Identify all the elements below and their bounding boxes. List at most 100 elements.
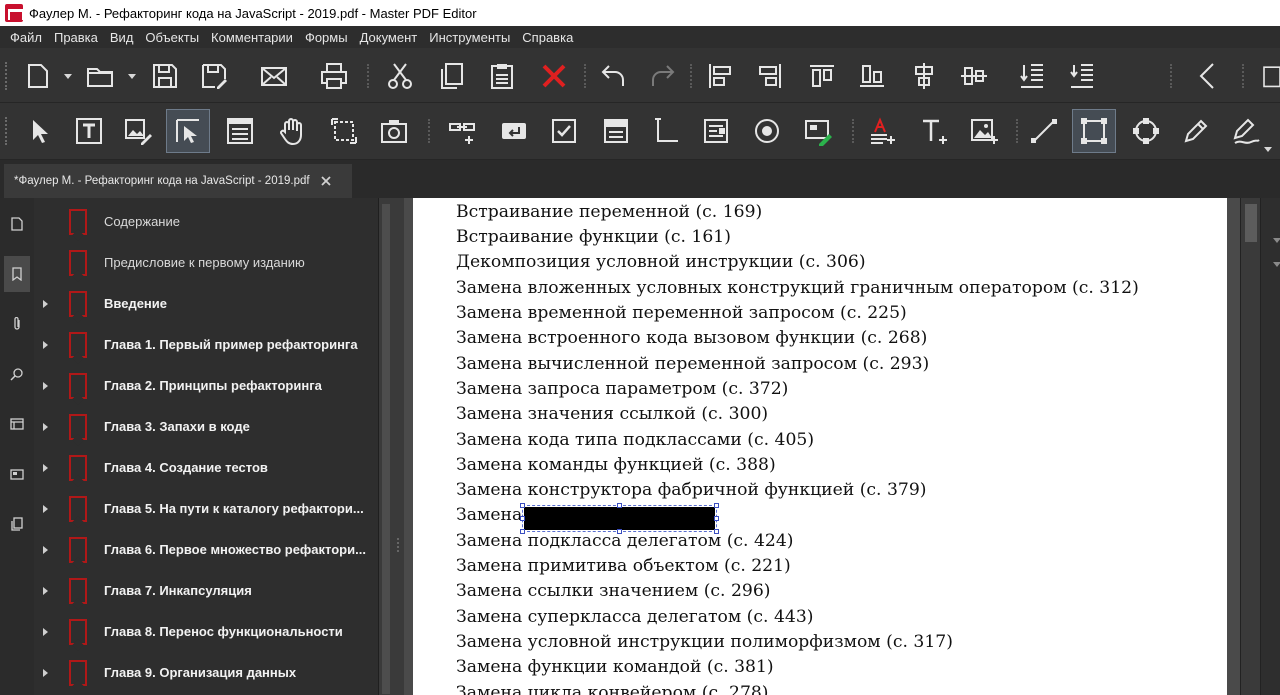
pdf-page[interactable]: Встраивание переменной (с. 169) Встраива…	[413, 198, 1227, 695]
expand-arrow-icon[interactable]	[43, 627, 48, 636]
chevron-down-icon[interactable]	[1273, 262, 1280, 267]
bookmark-item[interactable]: Глава 4. Создание тестов	[34, 447, 378, 488]
combobox-field-icon[interactable]	[594, 109, 638, 153]
expand-arrow-icon[interactable]	[43, 381, 48, 390]
properties-panel-collapsed[interactable]	[1260, 198, 1280, 695]
bookmarks-icon[interactable]	[4, 256, 30, 292]
expand-arrow-icon[interactable]	[43, 545, 48, 554]
paste-icon[interactable]	[480, 54, 524, 98]
add-text-field-icon[interactable]	[860, 109, 904, 153]
distribute-bottom-icon[interactable]	[1060, 54, 1104, 98]
search-icon[interactable]	[4, 356, 30, 392]
snapshot-camera-icon[interactable]	[372, 109, 416, 153]
menu-tools[interactable]: Инструменты	[423, 30, 516, 45]
cut-icon[interactable]	[378, 54, 422, 98]
radio-button-icon[interactable]	[745, 109, 789, 153]
menu-help[interactable]: Справка	[516, 30, 579, 45]
bookmark-item[interactable]: Глава 3. Запахи в коде	[34, 406, 378, 447]
edit-forms-icon[interactable]	[166, 109, 210, 153]
bookmark-item[interactable]: Глава 9. Организация данных	[34, 652, 378, 693]
resize-handle[interactable]	[714, 516, 719, 521]
close-icon[interactable]	[318, 173, 334, 189]
resize-handle[interactable]	[617, 503, 622, 508]
bookmark-item[interactable]: Предисловие к первому изданию	[34, 242, 378, 283]
save-icon[interactable]	[143, 54, 187, 98]
edit-text-icon[interactable]	[67, 109, 111, 153]
expand-arrow-icon[interactable]	[43, 299, 48, 308]
panel-splitter[interactable]	[392, 198, 404, 695]
expand-arrow-icon[interactable]	[43, 422, 48, 431]
resize-handle[interactable]	[520, 516, 525, 521]
add-image-icon[interactable]	[962, 109, 1006, 153]
resize-handle[interactable]	[714, 503, 719, 508]
align-center-horizontal-icon[interactable]	[902, 54, 946, 98]
crop-icon[interactable]	[322, 109, 366, 153]
bookmark-item[interactable]: Глава 1. Первый пример рефакторинга	[34, 324, 378, 365]
redo-icon[interactable]	[640, 54, 684, 98]
toolbar-grip[interactable]	[5, 62, 9, 90]
expand-arrow-icon[interactable]	[43, 504, 48, 513]
back-arrow-icon[interactable]	[1186, 54, 1230, 98]
rectangle-tool-icon[interactable]	[1072, 109, 1116, 153]
text-field-icon[interactable]	[644, 109, 688, 153]
selection-frame[interactable]	[522, 505, 717, 532]
resize-handle[interactable]	[520, 503, 525, 508]
expand-arrow-icon[interactable]	[43, 668, 48, 677]
layers-icon[interactable]	[4, 406, 30, 442]
document-scrollbar[interactable]	[1240, 198, 1260, 695]
add-text-icon[interactable]	[912, 109, 956, 153]
hand-tool-icon[interactable]	[270, 109, 314, 153]
document-tab[interactable]: *Фаулер М. - Рефакторинг кода на JavaScr…	[4, 164, 352, 198]
line-tool-icon[interactable]	[1022, 109, 1066, 153]
undo-icon[interactable]	[592, 54, 636, 98]
align-bottom-icon[interactable]	[850, 54, 894, 98]
attachments-icon[interactable]	[4, 306, 30, 342]
bookmarks-scrollbar[interactable]	[378, 198, 392, 695]
signature-field-icon[interactable]	[796, 109, 840, 153]
distribute-vertical-icon[interactable]	[1010, 54, 1054, 98]
menu-forms[interactable]: Формы	[299, 30, 354, 45]
scrollbar-thumb[interactable]	[1245, 204, 1257, 242]
menu-view[interactable]: Вид	[104, 30, 140, 45]
highlight-pen-icon[interactable]	[1224, 109, 1268, 153]
add-link-icon[interactable]	[440, 109, 484, 153]
signatures-icon[interactable]	[4, 456, 30, 492]
chevron-down-icon[interactable]	[1273, 238, 1280, 243]
button-field-icon[interactable]	[492, 109, 536, 153]
save-as-icon[interactable]	[192, 54, 236, 98]
menu-document[interactable]: Документ	[354, 30, 424, 45]
bookmark-item[interactable]: Глава 2. Принципы рефакторинга	[34, 365, 378, 406]
resize-handle[interactable]	[520, 529, 525, 534]
align-right-icon[interactable]	[748, 54, 792, 98]
expand-arrow-icon[interactable]	[43, 463, 48, 472]
align-left-icon[interactable]	[698, 54, 742, 98]
select-arrow-icon[interactable]	[16, 109, 60, 153]
toolbar-grip[interactable]	[5, 117, 9, 145]
polygon-tool-icon[interactable]	[1124, 109, 1168, 153]
bookmark-item[interactable]: Глава 5. На пути к каталогу рефактори...	[34, 488, 378, 529]
align-center-vertical-icon[interactable]	[952, 54, 996, 98]
menu-edit[interactable]: Правка	[48, 30, 104, 45]
checkbox-field-icon[interactable]	[542, 109, 586, 153]
form-icon[interactable]	[218, 109, 262, 153]
bookmark-item[interactable]: Глава 7. Инкапсуляция	[34, 570, 378, 611]
bookmark-item[interactable]: Введение	[34, 283, 378, 324]
splitter-grip[interactable]	[397, 538, 399, 552]
listbox-field-icon[interactable]	[694, 109, 738, 153]
new-document-icon[interactable]	[16, 54, 60, 98]
chevron-down-icon[interactable]	[128, 74, 136, 79]
menu-objects[interactable]: Объекты	[139, 30, 205, 45]
copy-icon[interactable]	[430, 54, 474, 98]
chevron-down-icon[interactable]	[64, 74, 72, 79]
expand-arrow-icon[interactable]	[43, 340, 48, 349]
expand-arrow-icon[interactable]	[43, 586, 48, 595]
scrollbar-thumb[interactable]	[382, 204, 390, 694]
menu-file[interactable]: Файл	[4, 30, 48, 45]
pages-icon[interactable]	[4, 206, 30, 242]
page-icon[interactable]	[1256, 54, 1280, 98]
open-folder-icon[interactable]	[78, 54, 122, 98]
menu-comments[interactable]: Комментарии	[205, 30, 299, 45]
print-icon[interactable]	[312, 54, 356, 98]
chevron-down-icon[interactable]	[1264, 147, 1272, 152]
resize-handle[interactable]	[617, 529, 622, 534]
